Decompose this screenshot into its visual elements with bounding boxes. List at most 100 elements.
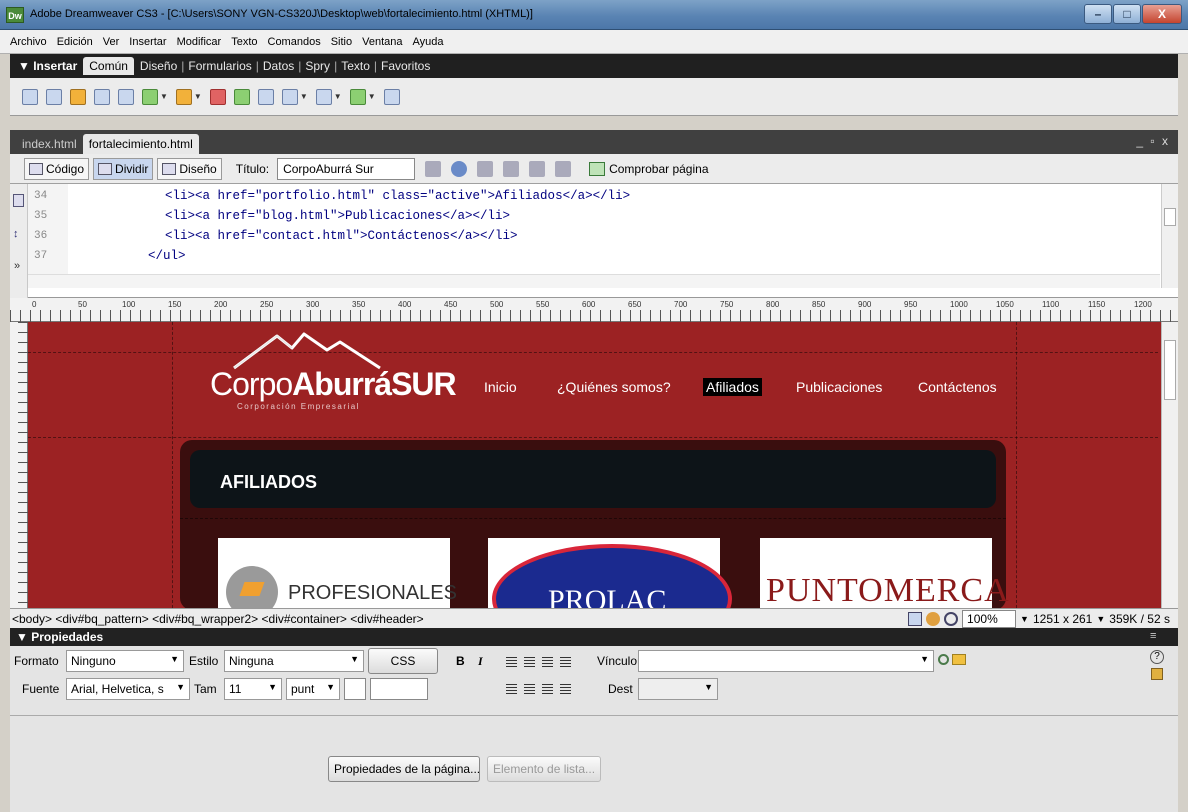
- window-size[interactable]: 1251 x 261: [1033, 612, 1092, 626]
- maximize-button[interactable]: □: [1113, 4, 1141, 24]
- tab-texto[interactable]: Texto: [337, 59, 374, 73]
- head-icon[interactable]: [281, 88, 298, 105]
- validate-markup-icon[interactable]: [555, 160, 572, 177]
- italic-button[interactable]: I: [478, 654, 483, 669]
- chevron-down-icon[interactable]: ▼: [1096, 614, 1105, 624]
- style-select[interactable]: Ninguna ▼: [224, 650, 364, 672]
- help-icon[interactable]: ?: [1150, 650, 1164, 664]
- scroll-thumb[interactable]: [1164, 340, 1176, 400]
- point-to-file-icon[interactable]: [938, 654, 949, 665]
- chevron-down-icon[interactable]: ▼: [368, 92, 376, 101]
- expand-toolbar-icon[interactable]: »: [14, 260, 20, 272]
- nav-inicio[interactable]: Inicio: [484, 379, 517, 395]
- tab-comun[interactable]: Común: [83, 57, 134, 75]
- images-icon[interactable]: [142, 88, 158, 105]
- email-link-icon[interactable]: [46, 88, 62, 105]
- page-properties-button[interactable]: Propiedades de la página...: [328, 756, 480, 782]
- server-side-include-icon[interactable]: [233, 88, 250, 105]
- code-horizontal-scrollbar[interactable]: [28, 274, 1160, 288]
- nav-contactenos[interactable]: Contáctenos: [918, 379, 997, 395]
- zoom-tool-icon[interactable]: [944, 612, 959, 626]
- menu-texto[interactable]: Texto: [231, 36, 257, 48]
- ordered-list-icon[interactable]: [524, 684, 535, 695]
- properties-header[interactable]: ▼ Propiedades: [10, 628, 1178, 646]
- chevron-down-icon[interactable]: ▼: [1020, 614, 1029, 624]
- tab-fortalecimiento-html[interactable]: fortalecimiento.html: [82, 134, 199, 154]
- check-page-button[interactable]: Comprobar página: [589, 161, 709, 176]
- design-vertical-scrollbar[interactable]: [1161, 322, 1178, 608]
- text-color-picker[interactable]: [344, 678, 366, 700]
- media-icon[interactable]: [175, 88, 192, 105]
- unit-select[interactable]: punt ▼: [286, 678, 340, 700]
- chevron-down-icon[interactable]: ▼: [334, 92, 342, 101]
- select-tool-icon[interactable]: [908, 612, 923, 626]
- tab-spry[interactable]: Spry: [301, 59, 334, 73]
- affiliate-card-prolac[interactable]: PROLAC: [488, 538, 732, 608]
- document-window-controls[interactable]: _ ▫ x: [1136, 134, 1170, 148]
- split-view-button[interactable]: Dividir: [93, 157, 154, 180]
- code-view-button[interactable]: Código: [24, 157, 90, 180]
- table-icon[interactable]: [94, 88, 110, 105]
- tab-formularios[interactable]: Formularios: [184, 59, 255, 73]
- menu-edicion[interactable]: Edición: [57, 36, 93, 48]
- script-icon[interactable]: [315, 88, 332, 105]
- preview-browser-icon[interactable]: [451, 160, 468, 177]
- menu-sitio[interactable]: Sitio: [331, 36, 352, 48]
- menu-archivo[interactable]: Archivo: [10, 36, 47, 48]
- div-tag-icon[interactable]: [118, 88, 134, 105]
- quick-tag-editor-icon[interactable]: [1151, 668, 1163, 680]
- named-anchor-icon[interactable]: [70, 88, 86, 105]
- collapse-tag-icon[interactable]: ↕: [13, 228, 24, 241]
- templates-icon[interactable]: [349, 88, 366, 105]
- text-color-input[interactable]: [370, 678, 428, 700]
- align-right-icon[interactable]: [542, 657, 553, 668]
- justify-icon[interactable]: [560, 657, 571, 668]
- nav-afiliados[interactable]: Afiliados: [703, 378, 762, 396]
- tab-favoritos[interactable]: Favoritos: [377, 59, 434, 73]
- zoom-select[interactable]: 100%: [962, 610, 1017, 628]
- link-input[interactable]: ▼: [638, 650, 934, 672]
- comment-icon[interactable]: [257, 88, 274, 105]
- file-management-icon[interactable]: [425, 160, 442, 177]
- affiliate-card-profesionales[interactable]: PROFESIONALES: [218, 538, 457, 608]
- menu-comandos[interactable]: Comandos: [268, 36, 321, 48]
- unordered-list-icon[interactable]: [506, 684, 517, 695]
- code-view[interactable]: ↕ » 34 35 36 37 <li><a href="portfolio.h…: [10, 184, 1178, 298]
- minimize-button[interactable]: –: [1084, 4, 1112, 24]
- close-button[interactable]: X: [1142, 4, 1182, 24]
- tab-datos[interactable]: Datos: [259, 59, 298, 73]
- menu-insertar[interactable]: Insertar: [129, 36, 166, 48]
- scroll-thumb[interactable]: [1164, 208, 1176, 226]
- insert-bar-title[interactable]: ▼ Insertar: [10, 59, 83, 73]
- affiliate-card-puntomerca[interactable]: PUNTOMERCA: [760, 538, 1009, 608]
- panel-options-icon[interactable]: ≡: [1150, 630, 1156, 642]
- hyperlink-icon[interactable]: [22, 88, 38, 105]
- tab-index-html[interactable]: index.html: [16, 134, 83, 154]
- menu-modificar[interactable]: Modificar: [177, 36, 222, 48]
- tag-selector[interactable]: <body> <div#bq_pattern> <div#bq_wrapper2…: [10, 612, 424, 626]
- chevron-down-icon[interactable]: ▼: [194, 92, 202, 101]
- browse-folder-icon[interactable]: [952, 654, 966, 665]
- chevron-down-icon[interactable]: ▼: [160, 92, 168, 101]
- nav-publicaciones[interactable]: Publicaciones: [796, 379, 882, 395]
- refresh-icon[interactable]: [477, 160, 494, 177]
- bold-button[interactable]: B: [456, 654, 465, 668]
- design-view-button[interactable]: Diseño: [157, 157, 222, 180]
- menu-ayuda[interactable]: Ayuda: [412, 36, 443, 48]
- design-view[interactable]: CorpoAburráSUR Corporación Empresarial I…: [10, 322, 1178, 608]
- code-vertical-scrollbar[interactable]: [1161, 184, 1178, 288]
- open-documents-icon[interactable]: [13, 194, 24, 207]
- size-select[interactable]: 11 ▼: [224, 678, 282, 700]
- visual-aids-icon[interactable]: [529, 160, 546, 177]
- font-select[interactable]: Arial, Helvetica, s ▼: [66, 678, 190, 700]
- tag-chooser-icon[interactable]: [383, 88, 400, 105]
- menu-ventana[interactable]: Ventana: [362, 36, 402, 48]
- hand-tool-icon[interactable]: [926, 612, 941, 626]
- align-center-icon[interactable]: [524, 657, 535, 668]
- document-title-input[interactable]: CorpoAburrá Sur: [277, 157, 416, 180]
- menu-ver[interactable]: Ver: [103, 36, 120, 48]
- target-select[interactable]: ▼: [638, 678, 718, 700]
- date-icon[interactable]: [209, 88, 226, 105]
- format-select[interactable]: Ninguno ▼: [66, 650, 184, 672]
- css-button[interactable]: CSS: [368, 648, 438, 674]
